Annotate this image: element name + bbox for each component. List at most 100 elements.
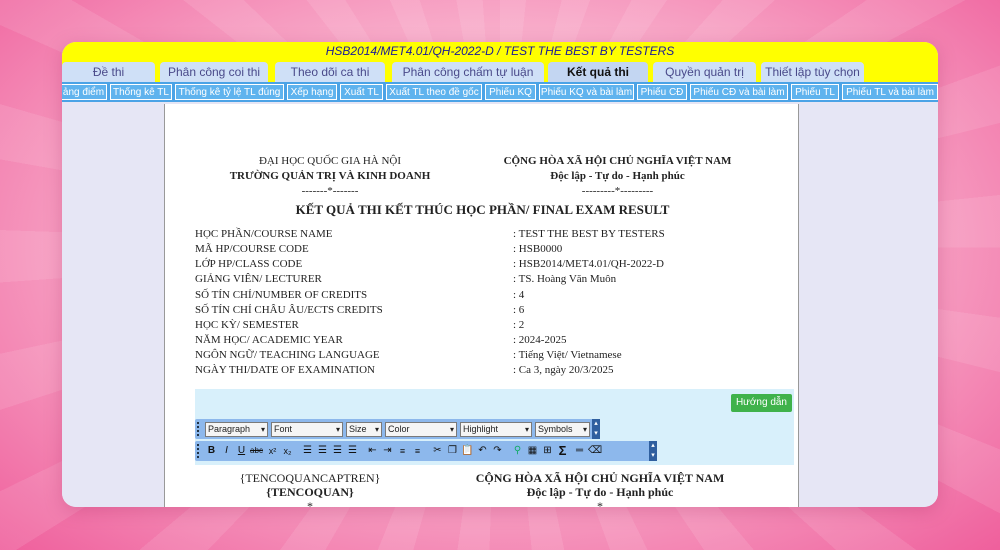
tab-phan-cong-coi-thi[interactable]: Phân công coi thi: [160, 62, 268, 82]
subtab-xuat-tl-de-goc[interactable]: Xuất TL theo đề gốc: [386, 84, 482, 100]
right-header-separator: ---------*---------: [581, 185, 654, 197]
paragraph-format-select[interactable]: Paragraph ▾: [205, 422, 268, 437]
main-tab-bar: Đề thi Phân công coi thi Theo dõi ca thi…: [62, 60, 938, 82]
subscript-icon[interactable]: x₂: [281, 444, 294, 458]
info-row: SỐ TÍN CHỈ/NUMBER OF CREDITS : 4: [195, 288, 785, 303]
chevron-down-icon: ▾: [524, 425, 529, 434]
subtab-xuat-tl[interactable]: Xuất TL: [340, 84, 383, 100]
font-select[interactable]: Font ▾: [271, 422, 343, 437]
info-value: : HSB0000: [513, 243, 563, 255]
info-label: GIẢNG VIÊN/ LECTURER: [195, 273, 322, 285]
info-row: MÃ HP/COURSE CODE : HSB0000: [195, 242, 785, 257]
chevron-down-icon: ▾: [582, 425, 587, 434]
toolbar-grip[interactable]: [197, 444, 200, 458]
subtab-phieu-cd[interactable]: Phiếu CĐ: [637, 84, 687, 100]
underline-icon[interactable]: U: [235, 444, 248, 458]
align-left-icon[interactable]: ☰: [301, 444, 314, 458]
eraser-icon[interactable]: ⌫: [588, 444, 602, 458]
outdent-icon[interactable]: ⇤: [366, 444, 379, 458]
undo-icon[interactable]: ↶: [476, 444, 489, 458]
subtab-xep-hang[interactable]: Xếp hạng: [287, 84, 337, 100]
toolbar-grip[interactable]: [197, 422, 200, 436]
school-name: TRƯỜNG QUẢN TRỊ VÀ KINH DOANH: [229, 170, 431, 182]
template-right-header: CỘNG HÒA XÃ HỘI CHỦ NGHĨA VIỆT NAM Độc l…: [445, 471, 755, 507]
info-row: LỚP HP/CLASS CODE : HSB2014/MET4.01/QH-2…: [195, 257, 785, 272]
tab-theo-doi-ca-thi[interactable]: Theo dõi ca thi: [275, 62, 385, 82]
info-label: LỚP HP/CLASS CODE: [195, 258, 303, 270]
cut-icon[interactable]: ✂: [431, 444, 444, 458]
info-value: : 4: [513, 289, 525, 301]
subtab-thong-ke-ty-le[interactable]: Thống kê tỷ lệ TL đúng: [175, 84, 284, 100]
ordered-list-icon[interactable]: ≡: [396, 444, 409, 458]
indent-icon[interactable]: ⇥: [381, 444, 394, 458]
country-name: CỘNG HÒA XÃ HỘI CHỦ NGHĨA VIỆT NAM: [503, 155, 732, 167]
strikethrough-icon[interactable]: abc: [250, 444, 263, 458]
color-value: Color: [388, 424, 410, 434]
document-title: KẾT QUẢ THI KẾT THÚC HỌC PHẦN/ FINAL EXA…: [295, 202, 670, 217]
subtab-phieu-kq-bai-lam[interactable]: Phiếu KQ và bài làm: [539, 84, 634, 100]
table-icon[interactable]: ⊞: [541, 444, 554, 458]
rich-text-editor: Hướng dẫn Paragraph ▾ Font ▾ Size ▾ Color ▾: [195, 389, 794, 507]
info-value: : TS. Hoàng Văn Muôn: [513, 273, 617, 285]
symbols-select[interactable]: Symbols ▾: [535, 422, 590, 437]
align-right-icon[interactable]: ☰: [331, 444, 344, 458]
sub-tab-bar: ảng điểm Thống kê TL Thống kê tỷ lệ TL đ…: [62, 82, 938, 102]
chevron-down-icon: ▾: [374, 425, 379, 434]
paragraph-format-value: Paragraph: [208, 424, 251, 434]
template-motto: Độc lập - Tự do - Hạnh phúc: [526, 485, 674, 499]
guide-button[interactable]: Hướng dẫn: [730, 394, 792, 412]
size-value: Size: [349, 424, 367, 434]
tab-phan-cong-cham-tu-luan[interactable]: Phân công chấm tự luận: [392, 62, 544, 82]
info-value: : TEST THE BEST BY TESTERS: [513, 228, 665, 240]
editor-content[interactable]: {TENCOQUANCAPTREN} {TENCOQUAN} * CỘNG HÒ…: [195, 465, 794, 507]
tab-ket-qua-thi[interactable]: Kết quả thi: [548, 62, 648, 82]
highlight-select[interactable]: Highlight ▾: [460, 422, 532, 437]
superscript-icon[interactable]: x²: [266, 444, 279, 458]
horizontal-rule-icon[interactable]: ═: [573, 444, 586, 458]
redo-icon[interactable]: ↷: [491, 444, 504, 458]
bold-icon[interactable]: B: [205, 444, 218, 458]
info-label: NGÀY THI/DATE OF EXAMINATION: [195, 364, 375, 376]
right-header: CỘNG HÒA XÃ HỘI CHỦ NGHĨA VIỆT NAM Độc l…: [490, 154, 745, 199]
chevron-down-icon: ▾: [260, 425, 265, 434]
tab-thiet-lap-tuy-chon[interactable]: Thiết lập tùy chọn: [761, 62, 864, 82]
template-left-separator: *: [307, 499, 313, 507]
subtab-phieu-tl-bai-lam[interactable]: Phiếu TL và bài làm: [842, 84, 938, 100]
editor-toolbar-bottom: B I U abc x² x₂ ☰ ☰ ☰ ☰ ⇤ ⇥ ≡ ≡ ✂ ❐ 📋 ↶ …: [195, 441, 657, 461]
subtab-phieu-kq[interactable]: Phiếu KQ: [485, 84, 536, 100]
image-icon[interactable]: ▦: [526, 444, 539, 458]
align-center-icon[interactable]: ☰: [316, 444, 329, 458]
sum-icon[interactable]: Σ: [556, 444, 569, 458]
info-row: NĂM HỌC/ ACADEMIC YEAR : 2024-2025: [195, 333, 785, 348]
link-icon[interactable]: ⚲: [511, 444, 524, 458]
unordered-list-icon[interactable]: ≡: [411, 444, 424, 458]
font-value: Font: [274, 424, 293, 434]
info-value: : 6: [513, 304, 525, 316]
info-label: SỐ TÍN CHỈ CHÂU ÂU/ECTS CREDITS: [195, 304, 383, 316]
tab-quyen-quan-tri[interactable]: Quyền quản trị: [653, 62, 756, 82]
info-row: HỌC PHẦN/COURSE NAME : TEST THE BEST BY …: [195, 227, 785, 242]
template-left-header: {TENCOQUANCAPTREN} {TENCOQUAN} *: [205, 471, 415, 507]
align-justify-icon[interactable]: ☰: [346, 444, 359, 458]
subtab-bang-diem[interactable]: ảng điểm: [62, 84, 107, 100]
toolbar-overflow-icon[interactable]: ▴ ▾: [649, 441, 657, 461]
symbols-value: Symbols: [538, 424, 573, 434]
window-title: HSB2014/MET4.01/QH-2022-D / TEST THE BES…: [62, 42, 938, 60]
subtab-thong-ke-tl[interactable]: Thống kê TL: [110, 84, 172, 100]
result-document: ĐẠI HỌC QUỐC GIA HÀ NỘI TRƯỜNG QUẢN TRỊ …: [164, 104, 799, 507]
subtab-phieu-tl[interactable]: Phiếu TL: [791, 84, 839, 100]
template-agency: {TENCOQUAN}: [266, 485, 354, 499]
content-area: ĐẠI HỌC QUỐC GIA HÀ NỘI TRƯỜNG QUẢN TRỊ …: [62, 102, 938, 507]
color-select[interactable]: Color ▾: [385, 422, 457, 437]
subtab-phieu-cd-bai-lam[interactable]: Phiếu CĐ và bài làm: [690, 84, 788, 100]
size-select[interactable]: Size ▾: [346, 422, 382, 437]
paste-icon[interactable]: 📋: [461, 444, 474, 458]
tab-de-thi[interactable]: Đề thi: [62, 62, 155, 82]
info-value: : HSB2014/MET4.01/QH-2022-D: [513, 258, 664, 270]
toolbar-overflow-icon[interactable]: ▴ ▾: [592, 419, 600, 439]
italic-icon[interactable]: I: [220, 444, 233, 458]
university-name: ĐẠI HỌC QUỐC GIA HÀ NỘI: [258, 155, 402, 167]
highlight-value: Highlight: [463, 424, 499, 434]
info-row: NGÀY THI/DATE OF EXAMINATION : Ca 3, ngà…: [195, 363, 785, 378]
copy-icon[interactable]: ❐: [446, 444, 459, 458]
